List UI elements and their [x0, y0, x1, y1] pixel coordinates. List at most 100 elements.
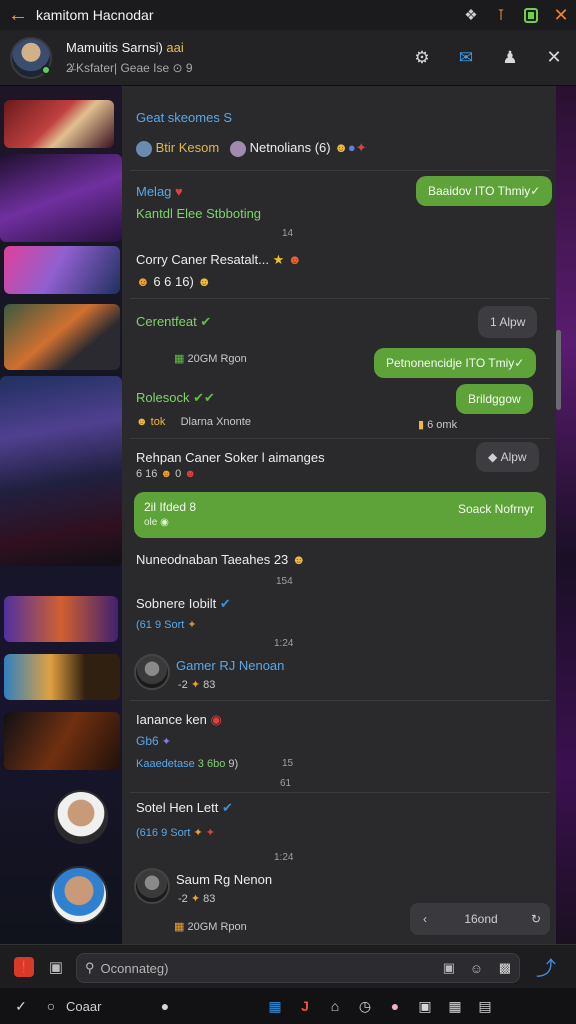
- sparkle-icon: ✦: [193, 827, 203, 839]
- message-bubble[interactable]: 1 Alpw: [478, 306, 538, 338]
- clock-icon[interactable]: ◷: [350, 988, 380, 1024]
- media-gallery: [0, 86, 122, 944]
- message-bubble[interactable]: Baaidov ITO Thmiy✓: [416, 176, 553, 206]
- gallery-thumbnail[interactable]: [0, 154, 122, 242]
- emoji-icon: ☻: [334, 140, 348, 155]
- send-icon[interactable]: ⤴: [530, 945, 562, 989]
- sparkle-icon: ✦: [187, 619, 197, 631]
- message-bubble[interactable]: Brildggow: [456, 384, 533, 414]
- game-icon: ▦: [174, 353, 185, 365]
- shield-icon[interactable]: ▣: [410, 988, 440, 1024]
- contact-avatar[interactable]: [50, 866, 108, 924]
- verified-icon: ✔: [219, 596, 231, 611]
- message-text: Kantdl Elee Stbboting: [136, 206, 262, 221]
- star-icon: ✦: [355, 140, 367, 155]
- chevron-left-icon[interactable]: ‹: [410, 912, 440, 926]
- globe-icon: ●: [347, 140, 356, 155]
- message-sender: Sobnere Iobilt ✔: [136, 596, 231, 611]
- message-meta: ▦ 20GM Rgon: [174, 353, 247, 365]
- message-text: Nuneodnaban Taeahes 23 ☻: [136, 552, 306, 567]
- app-title: kamitom Hacnodar: [36, 7, 154, 23]
- member-name[interactable]: Btir Kesom: [156, 140, 220, 155]
- users-icon[interactable]: ♟: [488, 30, 532, 86]
- message-sender: Cerentfeat ✔: [136, 314, 212, 329]
- gallery-thumbnail[interactable]: [4, 304, 120, 370]
- message-meta: ▮ 6 omk: [418, 419, 458, 431]
- avatar[interactable]: [134, 654, 170, 690]
- chat-subtitle: 2̶̸ Ksfater| Geae Ise ⊙ 9: [66, 61, 193, 75]
- circle-icon[interactable]: ○: [36, 988, 66, 1024]
- message-composer: ❗ ▣ ⚲ Oconnateg) ▣ ☺ ▩ ⤴: [0, 944, 576, 988]
- message-sender: Melag ♥: [136, 184, 183, 199]
- timestamp: 1:24: [274, 638, 294, 649]
- ghost-icon[interactable]: ●: [380, 988, 410, 1024]
- message-text: Geat skeomes S: [136, 110, 233, 125]
- settings-icon[interactable]: ⚙: [400, 30, 444, 86]
- check-icon[interactable]: ✓: [6, 988, 36, 1024]
- scrollbar-thumb[interactable]: [556, 330, 561, 410]
- divider: [130, 438, 550, 439]
- sparkle-icon: ✦: [190, 679, 201, 691]
- taskbar-label: Coaar: [66, 998, 102, 1014]
- message-bubble[interactable]: Petnonencidje ITO Tmiy✓: [374, 348, 537, 378]
- message-input[interactable]: ⚲ Oconnateg) ▣ ☺ ▩: [76, 953, 520, 983]
- refresh-icon[interactable]: ↻: [522, 912, 550, 926]
- app-icon[interactable]: ▦: [260, 988, 290, 1024]
- chat-icon[interactable]: ●: [150, 988, 180, 1024]
- message-sender: Sotel Hen Lett ✔: [136, 800, 233, 815]
- image-icon[interactable]: ▣: [443, 960, 455, 976]
- camera-icon[interactable]: ▣: [40, 945, 72, 989]
- message-meta: 6 16 ☻ 0 ☻: [136, 468, 196, 480]
- alert-icon[interactable]: ❗: [8, 945, 40, 989]
- printer-icon[interactable]: ▤: [470, 988, 500, 1024]
- emoji-icon: ☻: [136, 274, 150, 289]
- message-meta: ole ◉: [144, 517, 169, 528]
- highlighted-message[interactable]: 2il Ifded 8 ole ◉ Soack Nofrnyr: [134, 492, 546, 538]
- divider: [130, 700, 550, 701]
- timestamp: 15: [282, 758, 294, 769]
- gallery-thumbnail[interactable]: [4, 654, 120, 700]
- message-text: Corry Caner Resatalt... ★ ☻: [136, 252, 302, 267]
- emoji-icon[interactable]: ☺: [470, 961, 483, 976]
- gallery-thumbnail[interactable]: [4, 712, 120, 770]
- message-sender: Gamer RJ Nenoan: [176, 658, 285, 673]
- message-sender: Rolesock ✔✔: [136, 390, 215, 405]
- j-icon[interactable]: J: [290, 988, 320, 1024]
- timestamp: 61: [280, 778, 292, 789]
- star-icon: ✦: [205, 827, 215, 839]
- chat-title: Mamuitis Sarnsi) aai: [66, 40, 184, 55]
- back-arrow-icon[interactable]: ←: [0, 0, 36, 30]
- member-name[interactable]: Netnolians (6): [250, 140, 331, 155]
- bubble-icon[interactable]: ✉: [444, 30, 488, 86]
- heart-icon: ♥: [175, 184, 183, 199]
- sticker-icon[interactable]: ▩: [499, 960, 511, 976]
- avatar[interactable]: [10, 36, 52, 79]
- search-icon: ⚲: [85, 960, 95, 975]
- gallery-thumbnail[interactable]: [4, 246, 120, 294]
- close-icon[interactable]: ✕: [532, 30, 576, 86]
- avatar[interactable]: [134, 868, 170, 904]
- home-icon[interactable]: ⌂: [320, 988, 350, 1024]
- taskbar: ✓ ○ Coaar ● ▦ J ⌂ ◷ ● ▣ ▦ ▤: [0, 988, 576, 1024]
- timestamp: 154: [276, 576, 293, 587]
- calendar-icon[interactable]: ▦: [440, 988, 470, 1024]
- fire-icon[interactable]: ⊺: [486, 0, 516, 30]
- jump-to-latest[interactable]: ‹ 16ond ↻: [410, 903, 550, 935]
- avatar: [136, 140, 152, 157]
- battery-icon[interactable]: [516, 0, 546, 30]
- message-meta: ☻ 6 6 16) ☻: [136, 274, 212, 289]
- gallery-thumbnail[interactable]: [4, 100, 114, 148]
- contact-avatar[interactable]: [54, 790, 108, 844]
- message-text: Soack Nofrnyr: [457, 502, 534, 516]
- emoji-icon: ☻: [136, 416, 148, 428]
- badge-icon: ◉: [210, 712, 222, 727]
- check-icon: ✔✔: [193, 390, 215, 405]
- divider: [130, 298, 550, 299]
- puzzle-icon[interactable]: ❖: [456, 0, 486, 30]
- sparkle-icon: ✦: [161, 736, 171, 748]
- chat-scrollbar[interactable]: [556, 330, 562, 890]
- gallery-thumbnail[interactable]: [4, 596, 118, 642]
- message-bubble[interactable]: ◆ Alpw: [476, 442, 539, 472]
- gallery-thumbnail[interactable]: [0, 376, 122, 566]
- close-icon[interactable]: ✕: [546, 0, 576, 30]
